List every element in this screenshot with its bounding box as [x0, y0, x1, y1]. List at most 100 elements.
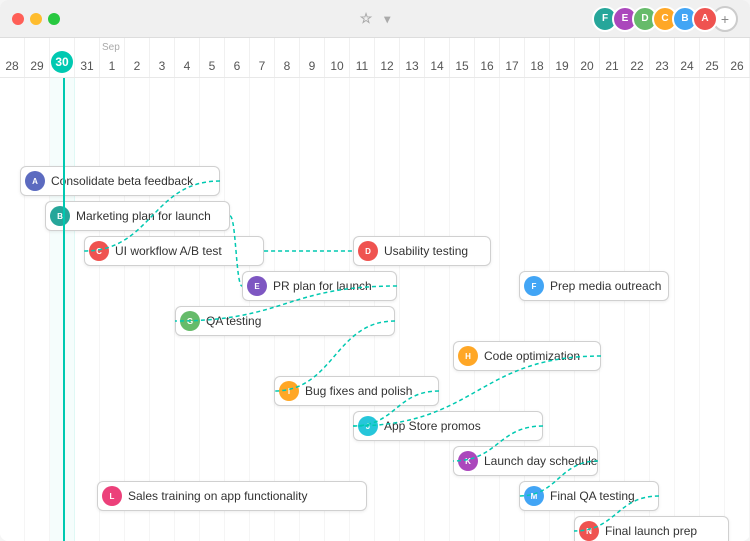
date-col: 17 — [500, 38, 525, 77]
date-number: 3 — [159, 59, 166, 73]
date-number: 15 — [455, 59, 468, 73]
window-title-area: ☆ ▾ — [360, 10, 391, 27]
date-number: 7 — [259, 59, 266, 73]
task-avatar: D — [358, 241, 378, 261]
task-bar[interactable]: I Bug fixes and polish — [274, 376, 439, 406]
task-bar[interactable]: FPrep media outreach — [519, 271, 669, 301]
date-col: 20 — [575, 38, 600, 77]
grid-column — [650, 78, 675, 541]
collaborators-area: FEDCBA + — [598, 6, 738, 32]
timeline-header: 28293031Sep12345678910111213141516171819… — [0, 38, 750, 78]
traffic-lights — [12, 13, 60, 25]
task-bar[interactable]: DUsability testing — [353, 236, 491, 266]
date-number: 22 — [630, 59, 643, 73]
task-label: Final QA testing — [550, 489, 635, 503]
task-label: PR plan for launch — [273, 279, 372, 293]
date-number: 2 — [134, 59, 141, 73]
collaborator-avatar[interactable]: A — [692, 6, 718, 32]
task-bar[interactable]: L Sales training on app functionality — [97, 481, 367, 511]
grid-column — [25, 78, 50, 541]
date-number: 25 — [705, 59, 718, 73]
date-number: 24 — [680, 59, 693, 73]
main-window: ☆ ▾ FEDCBA + 28293031Sep1234567891011121… — [0, 0, 750, 541]
date-col: 24 — [675, 38, 700, 77]
date-col: 26 — [725, 38, 750, 77]
task-bar[interactable]: GQA testing — [175, 306, 395, 336]
grid-column — [600, 78, 625, 541]
task-label: App Store promos — [384, 419, 481, 433]
task-avatar: H — [458, 346, 478, 366]
today-line — [63, 78, 65, 541]
grid-column — [725, 78, 750, 541]
task-label: Bug fixes and polish — [305, 384, 412, 398]
date-number: 18 — [530, 59, 543, 73]
date-col: 2 — [125, 38, 150, 77]
task-bar[interactable]: CUI workflow A/B test — [84, 236, 264, 266]
task-bar[interactable]: A Consolidate beta feedback — [20, 166, 220, 196]
date-col: 14 — [425, 38, 450, 77]
date-col: 3 — [150, 38, 175, 77]
gantt-container: 28293031Sep12345678910111213141516171819… — [0, 38, 750, 541]
task-avatar: K — [458, 451, 478, 471]
date-number: 23 — [655, 59, 668, 73]
date-col: 19 — [550, 38, 575, 77]
grid-column — [0, 78, 25, 541]
task-avatar: I — [279, 381, 299, 401]
task-avatar: C — [89, 241, 109, 261]
task-bar[interactable]: BMarketing plan for launch — [45, 201, 230, 231]
date-col: 21 — [600, 38, 625, 77]
task-label: Marketing plan for launch — [76, 209, 211, 223]
task-avatar: L — [102, 486, 122, 506]
dropdown-icon[interactable]: ▾ — [384, 12, 390, 26]
task-bar[interactable]: EPR plan for launch — [242, 271, 397, 301]
date-number: 31 — [80, 59, 93, 73]
grid-column — [625, 78, 650, 541]
task-avatar: M — [524, 486, 544, 506]
grid-column — [150, 78, 175, 541]
star-icon[interactable]: ☆ — [360, 10, 373, 27]
task-bar[interactable]: M Final QA testing — [519, 481, 659, 511]
date-number: 16 — [480, 59, 493, 73]
task-bar[interactable]: J App Store promos — [353, 411, 543, 441]
task-label: Final launch prep — [605, 524, 697, 538]
date-number: 5 — [209, 59, 216, 73]
date-col: 9 — [300, 38, 325, 77]
date-number: 10 — [330, 59, 343, 73]
task-avatar: J — [358, 416, 378, 436]
grid-column — [100, 78, 125, 541]
date-number: 9 — [309, 59, 316, 73]
date-col: 12 — [375, 38, 400, 77]
close-button[interactable] — [12, 13, 24, 25]
task-bar[interactable]: K Launch day schedule — [453, 446, 598, 476]
date-col: 15 — [450, 38, 475, 77]
date-col: 11 — [350, 38, 375, 77]
date-col: 31 — [75, 38, 100, 77]
date-col: 22 — [625, 38, 650, 77]
grid-column — [400, 78, 425, 541]
date-number: 20 — [580, 59, 593, 73]
date-number: 8 — [284, 59, 291, 73]
date-col: 30 — [50, 38, 75, 77]
grid-column — [125, 78, 150, 541]
date-col: 28 — [0, 38, 25, 77]
date-number: 26 — [730, 59, 743, 73]
task-bar[interactable]: NFinal launch prep — [574, 516, 729, 541]
titlebar: ☆ ▾ FEDCBA + — [0, 0, 750, 38]
date-number: 14 — [430, 59, 443, 73]
task-label: Launch day schedule — [484, 454, 597, 468]
date-number: 11 — [356, 59, 368, 73]
task-avatar: A — [25, 171, 45, 191]
date-col: 16 — [475, 38, 500, 77]
task-label: Prep media outreach — [550, 279, 661, 293]
date-col: 29 — [25, 38, 50, 77]
date-col: 5 — [200, 38, 225, 77]
maximize-button[interactable] — [48, 13, 60, 25]
minimize-button[interactable] — [30, 13, 42, 25]
date-number: 13 — [405, 59, 418, 73]
task-label: Sales training on app functionality — [128, 489, 307, 503]
task-bar[interactable]: HCode optimization — [453, 341, 601, 371]
date-number: 29 — [30, 59, 43, 73]
task-label: Consolidate beta feedback — [51, 174, 193, 188]
task-avatar: G — [180, 311, 200, 331]
date-number: 28 — [5, 59, 18, 73]
